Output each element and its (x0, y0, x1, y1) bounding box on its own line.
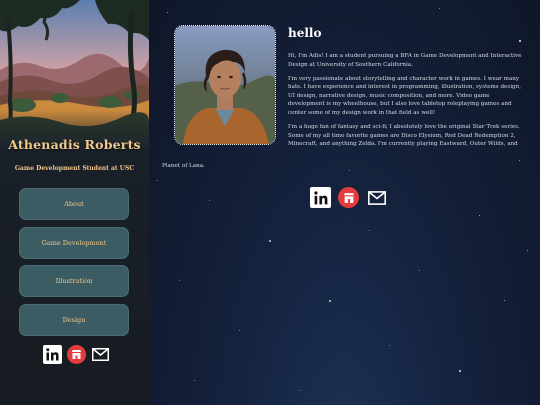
bio-text: Hi, I'm Adis! I am a student pursuing a … (288, 52, 524, 154)
sidebar-hero-illustration (0, 0, 149, 150)
nav-button-game-development[interactable]: Game Development (19, 226, 129, 259)
site-owner-name: Athenadis Roberts (8, 137, 141, 152)
bio-paragraph: I'm very passionate about storytelling a… (288, 75, 521, 117)
mail-icon[interactable] (366, 187, 387, 208)
bio-paragraph-tail: Planet of Lana. (162, 163, 205, 169)
nav-button-design[interactable]: Design (19, 303, 129, 336)
nav-button-illustration[interactable]: Illustration (19, 265, 129, 297)
nav-button-about[interactable]: About (19, 188, 129, 220)
main-social-links (310, 187, 387, 208)
linkedin-icon[interactable] (310, 187, 331, 208)
profile-photo (174, 25, 276, 145)
sidebar: Athenadis Roberts Game Development Stude… (0, 0, 149, 405)
sidebar-nav: About Game Development Illustration Desi… (19, 188, 129, 342)
main-content: hello Hi, I'm Adis! I am a student pursu… (149, 0, 540, 405)
shop-icon[interactable] (338, 187, 359, 208)
linkedin-icon[interactable] (43, 345, 62, 364)
mail-icon[interactable] (91, 345, 110, 364)
sidebar-social-links (43, 345, 110, 364)
bio-paragraph: I'm a huge fan of fantasy and sci-fi; I … (288, 124, 520, 148)
bio-paragraph: Hi, I'm Adis! I am a student pursuing a … (288, 53, 522, 68)
shop-icon[interactable] (67, 345, 86, 364)
page-heading: hello (288, 26, 322, 40)
site-owner-subtitle: Game Development Student at USC (14, 165, 135, 172)
